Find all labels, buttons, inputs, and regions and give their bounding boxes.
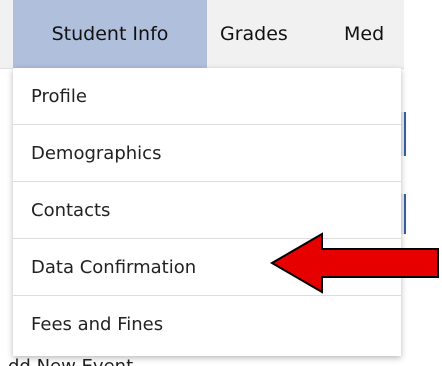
red-arrow-icon [270,232,439,294]
background-add-event-text: dd New Event [8,356,133,366]
menu-item-fees-and-fines[interactable]: Fees and Fines [13,296,401,353]
menu-item-label: Contacts [31,199,111,221]
menu-item-demographics[interactable]: Demographics [13,125,401,182]
tab-label: Grades [220,23,288,45]
menu-item-profile[interactable]: Profile [13,68,401,125]
menu-item-label: Demographics [31,142,162,164]
menu-item-contacts[interactable]: Contacts [13,182,401,239]
menu-item-label: Profile [31,85,87,107]
tab-label: Med [344,23,385,45]
menu-item-label: Fees and Fines [31,314,164,335]
tab-student-info[interactable]: Student Info [13,0,207,68]
tab-grades[interactable]: Grades [220,0,288,68]
tab-med[interactable]: Med [344,0,384,68]
page: Student Info Grades Med dd New Event Pro… [0,0,442,366]
tab-label: Student Info [51,23,169,45]
student-info-dropdown-menu: Profile Demographics Contacts Data Confi… [13,68,401,356]
menu-item-label: Data Confirmation [31,256,197,278]
top-nav-bar: Student Info Grades Med [0,0,404,69]
